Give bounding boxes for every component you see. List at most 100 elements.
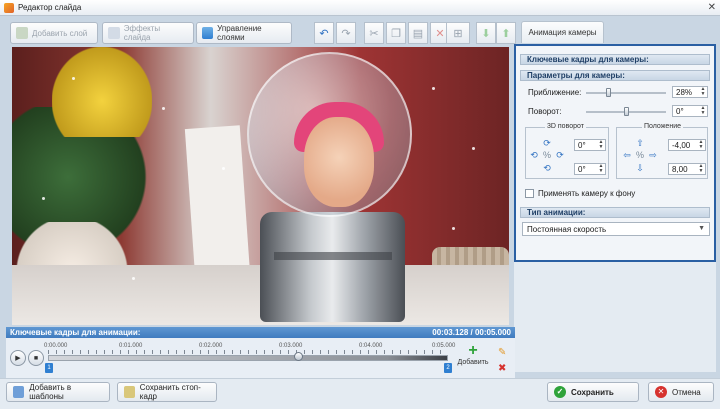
tick-label: 0:03.000 [279, 343, 303, 349]
window-title: Редактор слайда [18, 3, 82, 12]
tick-label: 0:01.000 [119, 343, 143, 349]
tab-camera-animation[interactable]: Анимация камеры [521, 21, 604, 43]
rotation-slider-thumb[interactable] [624, 107, 629, 116]
tick-label: 0:00.000 [44, 343, 68, 349]
add-layer-button[interactable]: Добавить слой [10, 22, 98, 44]
apply-camera-bg-label: Применять камеру к фону [538, 189, 636, 198]
tick-label: 0:04.000 [359, 343, 383, 349]
snowflake [42, 197, 45, 200]
zoom-slider-thumb[interactable] [606, 88, 611, 97]
arrow-up-icon[interactable]: ⇧ [634, 138, 646, 149]
rotate-3d-y-spin[interactable]: ▲ ▼ [598, 164, 604, 174]
toolbar: Добавить слой Эффекты слайда Управление … [6, 20, 516, 46]
redo-button[interactable]: ↷ [336, 22, 356, 44]
position-title: Положение [642, 123, 683, 130]
rotation-label: Поворот: [528, 107, 562, 116]
arrow-left-icon[interactable]: ⇦ [621, 150, 633, 161]
move-up-icon: ⬆ [501, 27, 511, 40]
checkmark-icon: ✓ [554, 386, 566, 398]
redo-icon: ↷ [341, 27, 351, 40]
arrow-down-icon[interactable]: ⇩ [634, 163, 646, 174]
move-up-button[interactable]: ⬆ [496, 22, 516, 44]
copy-button[interactable]: ❐ [386, 22, 406, 44]
copy-icon: ❐ [391, 27, 401, 40]
manage-layers-button[interactable]: Управление слоями [196, 22, 292, 44]
zoom-spin-arrows[interactable]: ▲ ▼ [700, 87, 706, 97]
rotate-3d-x-input[interactable]: 0° ▲ ▼ [574, 139, 606, 151]
title-bar: Редактор слайда ✕ [0, 0, 720, 16]
timeline-ticks [48, 350, 448, 354]
app-icon [4, 2, 14, 13]
slide-preview[interactable] [12, 47, 509, 325]
remove-icon[interactable]: ✖ [498, 361, 506, 377]
snowflake [72, 77, 75, 80]
zoom-slider-track[interactable] [586, 92, 666, 94]
rotate-3d-x-spin[interactable]: ▲ ▼ [598, 140, 604, 150]
right-panel-empty [514, 262, 716, 372]
snow-globe-base [260, 212, 405, 322]
keyframe-marker[interactable]: 1 [45, 363, 53, 373]
zoom-input[interactable]: 28% ▲ ▼ [672, 86, 708, 98]
snow-globe-band [274, 252, 392, 260]
play-button[interactable]: ▶ [10, 350, 26, 366]
save-frame-button[interactable]: Сохранить стоп-кадр [117, 382, 217, 402]
time-display: 00:03.128 / 00:05.000 [432, 328, 511, 337]
grid-button[interactable]: ⊞ [446, 22, 470, 44]
undo-icon: ↶ [319, 27, 329, 40]
snowflake [162, 107, 165, 110]
preview-face [304, 117, 374, 207]
preview-card [184, 125, 251, 279]
image-icon [124, 386, 135, 398]
cancel-button[interactable]: ✕ Отмена [648, 382, 714, 402]
slide-effects-button[interactable]: Эффекты слайда [102, 22, 194, 44]
snowflake [222, 167, 225, 170]
undo-button[interactable]: ↶ [314, 22, 334, 44]
add-keyframe-button[interactable]: + Добавить [456, 343, 490, 373]
apply-camera-bg-checkbox[interactable] [525, 189, 534, 198]
rotate-3d-title: 3D поворот [545, 123, 586, 130]
rotate-3d-y-input[interactable]: 0° ▲ ▼ [574, 163, 606, 175]
keyframe-tools: ✎ ✖ [498, 345, 506, 377]
animation-type-header: Тип анимации: [520, 207, 710, 218]
tick-label: 0:02.000 [199, 343, 223, 349]
position-reset-icon[interactable]: % [634, 150, 646, 161]
position-x-spin[interactable]: ▲ ▼ [698, 140, 704, 150]
snowflake [132, 277, 135, 280]
rotation-input[interactable]: 0° ▲ ▼ [672, 105, 708, 117]
paste-button[interactable]: ▤ [408, 22, 428, 44]
rotate-left-icon[interactable]: ⟲ [528, 150, 540, 161]
chevron-down-icon: ▼ [698, 225, 705, 232]
stop-button[interactable]: ■ [28, 350, 44, 366]
stop-icon: ■ [33, 354, 39, 362]
add-layer-icon [16, 27, 28, 39]
position-y-spin[interactable]: ▲ ▼ [698, 164, 704, 174]
animation-type-select[interactable]: Постоянная скорость ▼ [522, 222, 710, 236]
camera-params-header: Параметры для камеры: [520, 70, 710, 81]
rotate-reset-icon[interactable]: % [541, 150, 553, 161]
pencil-icon[interactable]: ✎ [498, 345, 506, 361]
cut-icon: ✂ [369, 27, 379, 40]
add-to-templates-button[interactable]: Добавить в шаблоны [6, 382, 110, 402]
move-down-button[interactable]: ⬇ [476, 22, 496, 44]
tick-label: 0:05.000 [432, 343, 456, 349]
rotation-spin-arrows[interactable]: ▲ ▼ [700, 106, 706, 116]
position-x-input[interactable]: -4,00 ▲ ▼ [668, 139, 706, 151]
zoom-label: Приближение: [528, 88, 582, 97]
snowflake [432, 87, 435, 90]
cut-button[interactable]: ✂ [364, 22, 384, 44]
snowflake-icon [108, 27, 120, 39]
close-icon: ✕ [655, 386, 667, 398]
play-icon: ▶ [15, 355, 21, 362]
layers-icon [202, 27, 214, 39]
timeline-header: Ключевые кадры для анимации: 00:03.128 /… [6, 327, 515, 338]
rotate-right-icon[interactable]: ⟳ [554, 150, 566, 161]
close-window-icon[interactable]: ✕ [708, 2, 716, 14]
position-y-input[interactable]: 8,00 ▲ ▼ [668, 163, 706, 175]
arrow-right-icon[interactable]: ⇨ [647, 150, 659, 161]
save-button[interactable]: ✓ Сохранить [547, 382, 639, 402]
template-icon [13, 386, 25, 398]
rotate-up-icon[interactable]: ⟳ [541, 138, 553, 149]
timeline-track[interactable] [48, 355, 448, 361]
keyframe-marker[interactable]: 2 [444, 363, 452, 373]
rotate-down-icon[interactable]: ⟲ [541, 163, 553, 174]
